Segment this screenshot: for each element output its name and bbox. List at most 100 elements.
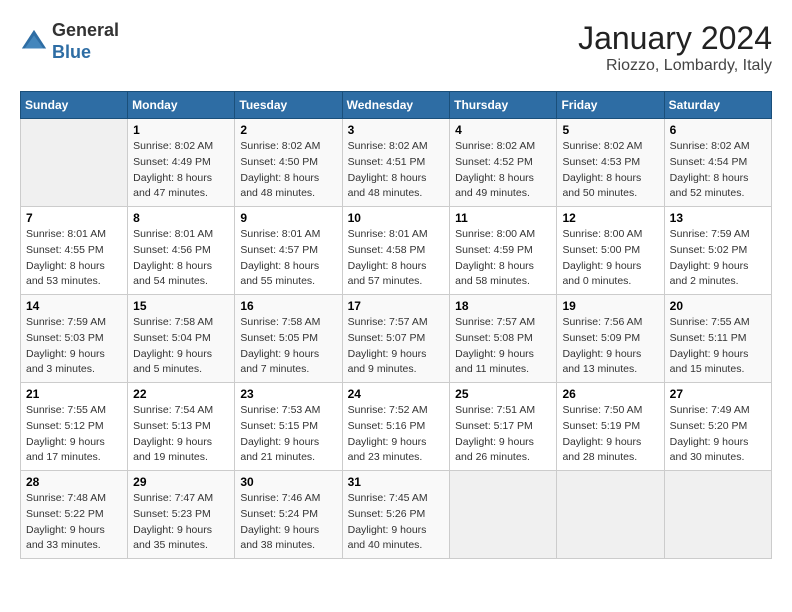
calendar-header-friday: Friday [557, 92, 664, 119]
logo-blue-text: Blue [52, 42, 119, 64]
day-info: Sunrise: 7:54 AMSunset: 5:13 PMDaylight:… [133, 403, 229, 466]
calendar-week-2: 7 Sunrise: 8:01 AMSunset: 4:55 PMDaylight… [21, 207, 772, 295]
day-info: Sunrise: 7:56 AMSunset: 5:09 PMDaylight:… [562, 315, 658, 378]
day-info: Sunrise: 7:53 AMSunset: 5:15 PMDaylight:… [240, 403, 336, 466]
calendar-cell: 18 Sunrise: 7:57 AMSunset: 5:08 PMDayligh… [450, 295, 557, 383]
calendar-cell: 29 Sunrise: 7:47 AMSunset: 5:23 PMDayligh… [128, 471, 235, 559]
calendar-cell: 12Sunrise: 8:00 AMSunset: 5:00 PMDayligh… [557, 207, 664, 295]
day-number: 28 [26, 475, 122, 489]
day-number: 3 [348, 123, 445, 137]
day-number: 26 [562, 387, 658, 401]
day-number: 4 [455, 123, 551, 137]
calendar-week-5: 28Sunrise: 7:48 AMSunset: 5:22 PMDayligh… [21, 471, 772, 559]
day-number: 5 [562, 123, 658, 137]
day-info: Sunrise: 8:01 AMSunset: 4:57 PMDaylight:… [240, 227, 336, 290]
calendar-cell: 23 Sunrise: 7:53 AMSunset: 5:15 PMDayligh… [235, 383, 342, 471]
day-number: 27 [670, 387, 766, 401]
calendar-cell: 22 Sunrise: 7:54 AMSunset: 5:13 PMDayligh… [128, 383, 235, 471]
calendar-cell: 1Sunrise: 8:02 AMSunset: 4:49 PMDaylight… [128, 119, 235, 207]
calendar-cell: 30Sunrise: 7:46 AMSunset: 5:24 PMDayligh… [235, 471, 342, 559]
day-info: Sunrise: 8:01 AMSunset: 4:58 PMDaylight:… [348, 227, 445, 290]
calendar-cell: 20 Sunrise: 7:55 AMSunset: 5:11 PMDayligh… [664, 295, 771, 383]
day-number: 18 [455, 299, 551, 313]
logo-icon [20, 28, 48, 56]
logo: General Blue [20, 20, 119, 63]
day-number: 31 [348, 475, 445, 489]
day-info: Sunrise: 7:55 AMSunset: 5:12 PMDaylight:… [26, 403, 122, 466]
calendar-header-row: SundayMondayTuesdayWednesdayThursdayFrid… [21, 92, 772, 119]
day-info: Sunrise: 8:02 AMSunset: 4:51 PMDaylight:… [348, 139, 445, 202]
calendar-cell: 31 Sunrise: 7:45 AMSunset: 5:26 PMDayligh… [342, 471, 450, 559]
calendar-cell: 10 Sunrise: 8:01 AMSunset: 4:58 PMDayligh… [342, 207, 450, 295]
day-info: Sunrise: 7:57 AMSunset: 5:08 PMDaylight:… [455, 315, 551, 378]
day-info: Sunrise: 8:00 AMSunset: 4:59 PMDaylight:… [455, 227, 551, 290]
day-number: 7 [26, 211, 122, 225]
calendar-week-1: 1Sunrise: 8:02 AMSunset: 4:49 PMDaylight… [21, 119, 772, 207]
calendar-cell: 11 Sunrise: 8:00 AMSunset: 4:59 PMDayligh… [450, 207, 557, 295]
day-info: Sunrise: 8:02 AMSunset: 4:53 PMDaylight:… [562, 139, 658, 202]
calendar-week-3: 14Sunrise: 7:59 AMSunset: 5:03 PMDayligh… [21, 295, 772, 383]
page-header: General Blue January 2024 Riozzo, Lombar… [20, 20, 772, 75]
calendar-cell: 25Sunrise: 7:51 AMSunset: 5:17 PMDayligh… [450, 383, 557, 471]
calendar-cell: 14Sunrise: 7:59 AMSunset: 5:03 PMDayligh… [21, 295, 128, 383]
day-info: Sunrise: 8:00 AMSunset: 5:00 PMDaylight:… [562, 227, 658, 290]
page-subtitle: Riozzo, Lombardy, Italy [578, 57, 772, 75]
day-number: 11 [455, 211, 551, 225]
calendar-cell: 16Sunrise: 7:58 AMSunset: 5:05 PMDayligh… [235, 295, 342, 383]
day-number: 16 [240, 299, 336, 313]
calendar-cell: 19Sunrise: 7:56 AMSunset: 5:09 PMDayligh… [557, 295, 664, 383]
day-number: 6 [670, 123, 766, 137]
day-info: Sunrise: 7:55 AMSunset: 5:11 PMDaylight:… [670, 315, 766, 378]
day-info: Sunrise: 8:01 AMSunset: 4:55 PMDaylight:… [26, 227, 122, 290]
day-number: 30 [240, 475, 336, 489]
day-info: Sunrise: 7:58 AMSunset: 5:04 PMDaylight:… [133, 315, 229, 378]
day-info: Sunrise: 7:50 AMSunset: 5:19 PMDaylight:… [562, 403, 658, 466]
calendar-cell [450, 471, 557, 559]
day-info: Sunrise: 8:01 AMSunset: 4:56 PMDaylight:… [133, 227, 229, 290]
page-title: January 2024 [578, 20, 772, 57]
day-info: Sunrise: 7:51 AMSunset: 5:17 PMDaylight:… [455, 403, 551, 466]
title-block: January 2024 Riozzo, Lombardy, Italy [578, 20, 772, 75]
day-number: 20 [670, 299, 766, 313]
day-number: 21 [26, 387, 122, 401]
calendar-cell [21, 119, 128, 207]
calendar-cell: 6 Sunrise: 8:02 AMSunset: 4:54 PMDaylight… [664, 119, 771, 207]
day-number: 23 [240, 387, 336, 401]
day-number: 22 [133, 387, 229, 401]
calendar-cell [557, 471, 664, 559]
calendar-cell: 21 Sunrise: 7:55 AMSunset: 5:12 PMDayligh… [21, 383, 128, 471]
calendar-cell: 13Sunrise: 7:59 AMSunset: 5:02 PMDayligh… [664, 207, 771, 295]
day-info: Sunrise: 7:52 AMSunset: 5:16 PMDaylight:… [348, 403, 445, 466]
day-number: 15 [133, 299, 229, 313]
day-info: Sunrise: 8:02 AMSunset: 4:54 PMDaylight:… [670, 139, 766, 202]
day-number: 2 [240, 123, 336, 137]
day-info: Sunrise: 7:49 AMSunset: 5:20 PMDaylight:… [670, 403, 766, 466]
day-number: 8 [133, 211, 229, 225]
day-number: 14 [26, 299, 122, 313]
calendar-header-monday: Monday [128, 92, 235, 119]
calendar-header-thursday: Thursday [450, 92, 557, 119]
calendar-cell: 7 Sunrise: 8:01 AMSunset: 4:55 PMDaylight… [21, 207, 128, 295]
day-number: 10 [348, 211, 445, 225]
calendar-cell: 9 Sunrise: 8:01 AMSunset: 4:57 PMDaylight… [235, 207, 342, 295]
calendar-cell: 27 Sunrise: 7:49 AMSunset: 5:20 PMDayligh… [664, 383, 771, 471]
calendar-cell [664, 471, 771, 559]
day-number: 13 [670, 211, 766, 225]
calendar-cell: 8 Sunrise: 8:01 AMSunset: 4:56 PMDaylight… [128, 207, 235, 295]
day-info: Sunrise: 7:47 AMSunset: 5:23 PMDaylight:… [133, 491, 229, 554]
calendar-cell: 15 Sunrise: 7:58 AMSunset: 5:04 PMDayligh… [128, 295, 235, 383]
calendar-cell: 24Sunrise: 7:52 AMSunset: 5:16 PMDayligh… [342, 383, 450, 471]
calendar-header-saturday: Saturday [664, 92, 771, 119]
logo-general-text: General [52, 20, 119, 42]
calendar-cell: 5 Sunrise: 8:02 AMSunset: 4:53 PMDaylight… [557, 119, 664, 207]
day-info: Sunrise: 8:02 AMSunset: 4:52 PMDaylight:… [455, 139, 551, 202]
calendar-cell: 2 Sunrise: 8:02 AMSunset: 4:50 PMDaylight… [235, 119, 342, 207]
day-info: Sunrise: 7:45 AMSunset: 5:26 PMDaylight:… [348, 491, 445, 554]
day-info: Sunrise: 8:02 AMSunset: 4:50 PMDaylight:… [240, 139, 336, 202]
day-number: 9 [240, 211, 336, 225]
day-info: Sunrise: 8:02 AMSunset: 4:49 PMDaylight:… [133, 139, 229, 202]
day-info: Sunrise: 7:57 AMSunset: 5:07 PMDaylight:… [348, 315, 445, 378]
calendar-table: SundayMondayTuesdayWednesdayThursdayFrid… [20, 91, 772, 559]
day-number: 29 [133, 475, 229, 489]
calendar-header-wednesday: Wednesday [342, 92, 450, 119]
